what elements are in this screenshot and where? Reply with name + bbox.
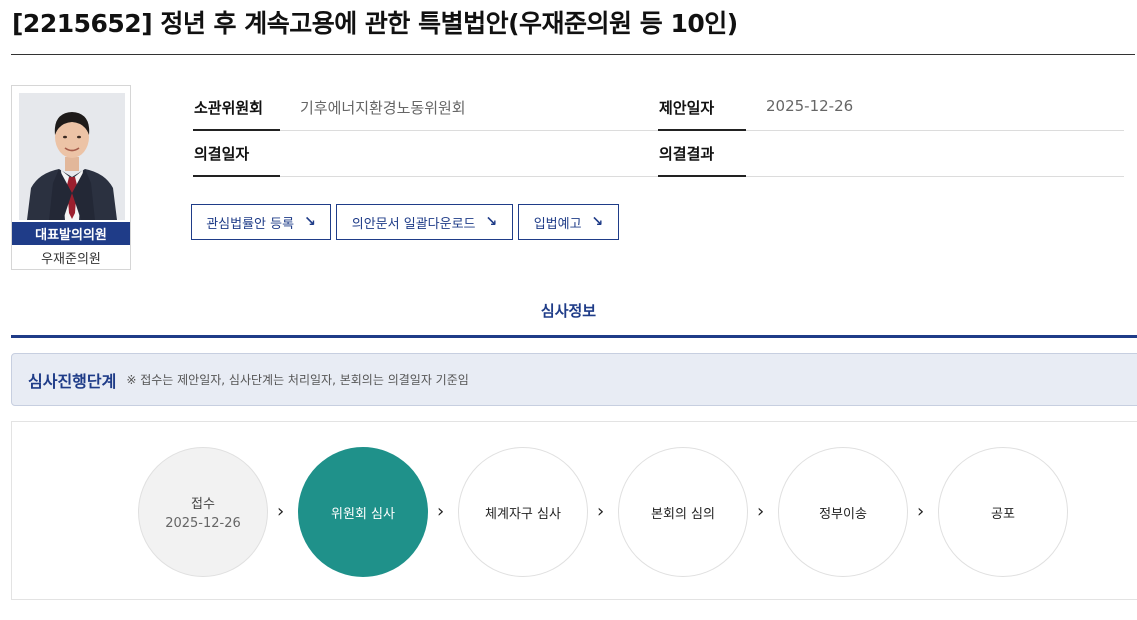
arrow-down-right-icon: ↘ [485,214,498,230]
row-divider [746,176,1124,177]
row-divider [746,130,1124,131]
step-plenary: 본회의 심의 [618,447,748,577]
committee-label: 소관위원회 [194,99,264,117]
review-stage-header: 심사진행단계 ※ 접수는 제안일자, 심사단계는 처리일자, 본회의는 의결일자… [11,353,1137,406]
proposal-date-value: 2025-12-26 [766,97,854,115]
step-receipt: 접수 2025-12-26 [138,447,268,577]
watch-bill-button[interactable]: 관심법률안 등록 ↘ [191,204,331,240]
chevron-right-icon: › [917,501,925,522]
step-label: 정부이송 [819,506,867,522]
step-government-transfer: 정부이송 [778,447,908,577]
chevron-right-icon: › [277,501,285,522]
bill-detail-page: [2215652] 정년 후 계속고용에 관한 특별법안(우재준의원 등 10인… [0,0,1137,620]
tab-underline [11,335,1137,338]
legislative-notice-label: 입법예고 [533,216,582,232]
chevron-right-icon: › [757,501,765,522]
chevron-right-icon: › [437,501,445,522]
resolution-date-underline [193,175,280,177]
watch-bill-label: 관심법률안 등록 [206,216,295,232]
resolution-date-label: 의결일자 [194,145,250,163]
resolution-result-underline [658,175,746,177]
step-label: 접수 [191,497,215,512]
proposal-date-label: 제안일자 [659,99,715,117]
sponsor-card: 대표발의의원 우재준의원 [11,85,131,270]
step-label: 위원회 심사 [331,506,395,522]
step-promulgation: 공포 [938,447,1068,577]
row-divider [280,130,658,131]
download-documents-label: 의안문서 일괄다운로드 [351,216,476,232]
step-legal-review: 체계자구 심사 [458,447,588,577]
step-label: 본회의 심의 [651,506,715,522]
step-committee-review: 위원회 심사 [298,447,428,577]
bill-title: [2215652] 정년 후 계속고용에 관한 특별법안(우재준의원 등 10인… [12,9,738,38]
legislative-notice-button[interactable]: 입법예고 ↘ [518,204,619,240]
arrow-down-right-icon: ↘ [304,214,316,230]
review-stage-note: ※ 접수는 제안일자, 심사단계는 처리일자, 본회의는 의결일자 기준임 [126,373,469,387]
review-stage-heading: 심사진행단계 [28,371,117,391]
step-label: 공포 [991,506,1015,522]
resolution-result-label: 의결결과 [659,145,715,163]
sponsor-photo [19,93,125,220]
chevron-right-icon: › [597,501,605,522]
committee-label-underline [193,129,280,131]
row-divider [280,176,658,177]
sponsor-role-badge: 대표발의의원 [12,222,130,245]
sponsor-name[interactable]: 우재준의원 [12,247,130,267]
step-label: 체계자구 심사 [485,506,561,522]
title-divider [11,54,1135,55]
step-date: 2025-12-26 [165,516,241,531]
tab-review-info[interactable]: 심사정보 [0,300,1137,321]
arrow-down-right-icon: ↘ [591,214,604,230]
download-documents-button[interactable]: 의안문서 일괄다운로드 ↘ [336,204,513,240]
proposal-label-underline [658,129,746,131]
committee-value: 기후에너지환경노동위원회 [300,99,466,117]
person-portrait-icon [19,93,125,220]
